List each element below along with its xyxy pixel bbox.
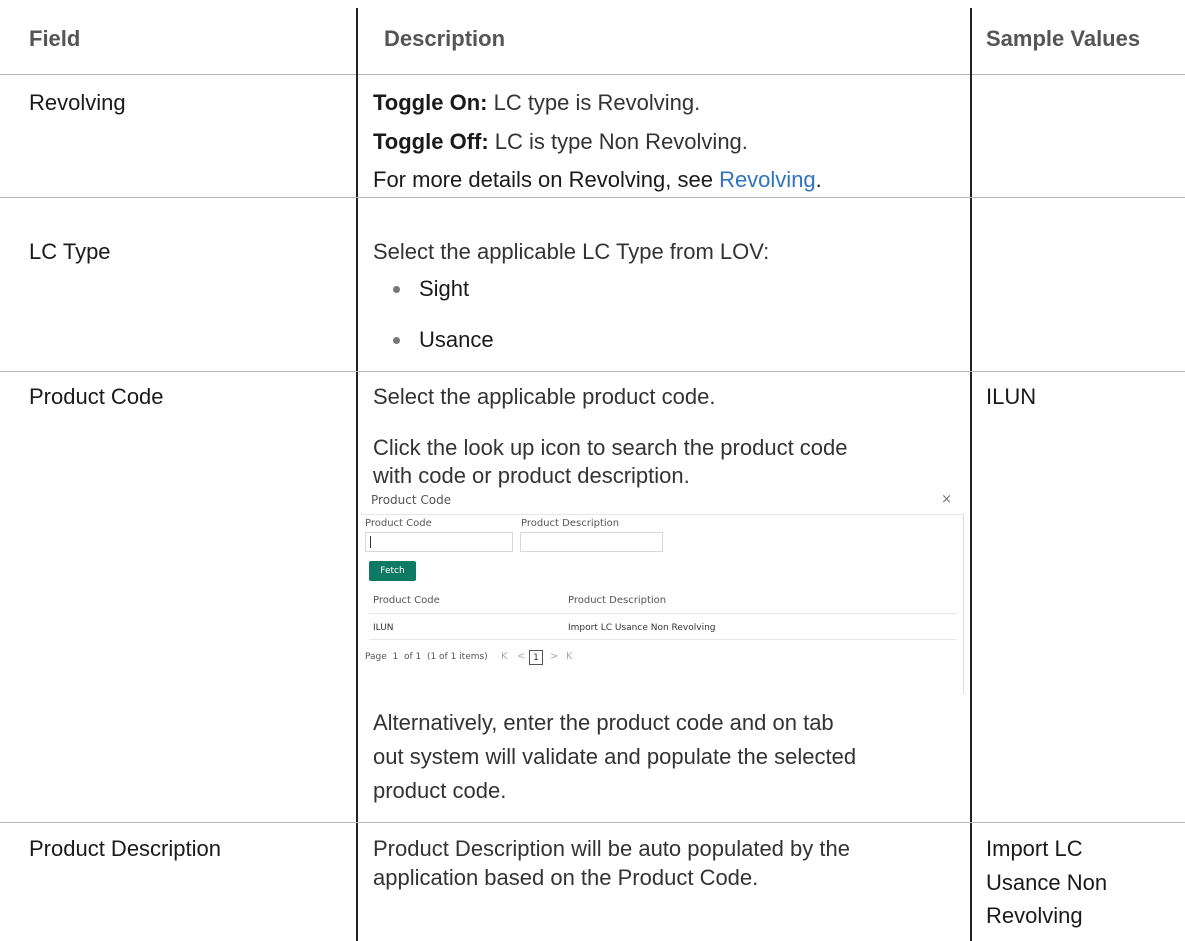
toggle-off-text: Toggle Off: LC is type Non Revolving. — [373, 128, 748, 156]
fields-table: Field Description Sample Values Revolvin… — [0, 0, 1185, 941]
label-product-code: Product Code — [365, 518, 432, 529]
prev-page-icon[interactable]: < — [517, 651, 525, 662]
toggle-on-text: Toggle On: LC type is Revolving. — [373, 89, 700, 117]
row-separator — [0, 197, 1185, 198]
sample-product-code: ILUN — [986, 384, 1037, 409]
product-description-input[interactable] — [520, 532, 663, 552]
header-field: Field — [29, 26, 81, 51]
toggle-on-desc: LC type is Revolving. — [487, 90, 701, 115]
result-product-code[interactable]: ILUN — [373, 623, 394, 633]
more-details-suffix: . — [815, 167, 822, 192]
pagination-info: Page 1 of 1 (1 of 1 items) — [365, 652, 488, 662]
row-field-product-code: Product Code — [29, 384, 164, 409]
lc-type-option-sight: Sight — [419, 276, 470, 301]
dialog-titlebar: Product Code × — [361, 488, 964, 515]
header-sample-values: Sample Values — [986, 26, 1141, 51]
sample-description-line3: Revolving — [986, 903, 1083, 928]
product-code-alt2: out system will validate and populate th… — [373, 744, 857, 769]
table-header: Field Description Sample Values — [0, 0, 1185, 75]
row-field-revolving: Revolving — [29, 90, 126, 115]
last-page-icon[interactable]: K — [566, 651, 573, 662]
bullet-icon — [393, 337, 400, 344]
row-separator — [0, 822, 1185, 823]
row-field-lc-type: LC Type — [29, 239, 111, 264]
result-product-description[interactable]: Import LC Usance Non Revolving — [568, 623, 716, 633]
fetch-button[interactable]: Fetch — [369, 561, 416, 581]
text-caret — [370, 536, 371, 548]
product-code-alt3: product code. — [373, 778, 507, 803]
label-product-description: Product Description — [521, 518, 620, 529]
toggle-on-label: Toggle On: — [373, 90, 488, 115]
product-code-dialog: Product Code × Product Code Product Desc… — [361, 488, 964, 694]
dialog-title: Product Code — [371, 493, 452, 507]
column-divider-2 — [970, 8, 972, 941]
toggle-off-label: Toggle Off: — [373, 129, 489, 154]
table-divider — [369, 639, 957, 640]
product-code-line2a: Click the look up icon to search the pro… — [373, 435, 848, 460]
toggle-off-desc: LC is type Non Revolving. — [488, 129, 748, 154]
dialog-edge — [963, 514, 964, 694]
product-code-alt1: Alternatively, enter the product code an… — [373, 710, 834, 735]
more-details-prefix: For more details on Revolving, see — [373, 167, 720, 192]
column-header-product-code: Product Code — [373, 595, 440, 606]
product-code-line1: Select the applicable product code. — [373, 384, 716, 409]
current-page[interactable]: 1 — [529, 650, 543, 665]
lc-type-intro: Select the applicable LC Type from LOV: — [373, 239, 770, 264]
sample-description-line2: Usance Non — [986, 870, 1108, 895]
product-code-input[interactable] — [365, 532, 513, 552]
table-divider — [369, 613, 957, 614]
row-field-product-description: Product Description — [29, 836, 221, 861]
column-divider-1 — [356, 8, 358, 941]
product-description-line2: application based on the Product Code. — [373, 865, 759, 890]
close-icon[interactable]: × — [941, 492, 952, 507]
column-header-product-description: Product Description — [568, 595, 667, 606]
lc-type-option-usance: Usance — [419, 327, 494, 352]
product-code-line2b: with code or product description. — [373, 463, 690, 488]
first-page-icon[interactable]: K — [501, 651, 508, 662]
revolving-link[interactable]: Revolving — [719, 167, 816, 192]
row-separator — [0, 371, 1185, 372]
sample-description-line1: Import LC — [986, 836, 1083, 861]
header-description: Description — [384, 26, 506, 51]
more-details-text: For more details on Revolving, see Revol… — [373, 166, 822, 194]
product-description-line1: Product Description will be auto populat… — [373, 836, 850, 861]
next-page-icon[interactable]: > — [550, 651, 558, 662]
bullet-icon — [393, 286, 400, 293]
